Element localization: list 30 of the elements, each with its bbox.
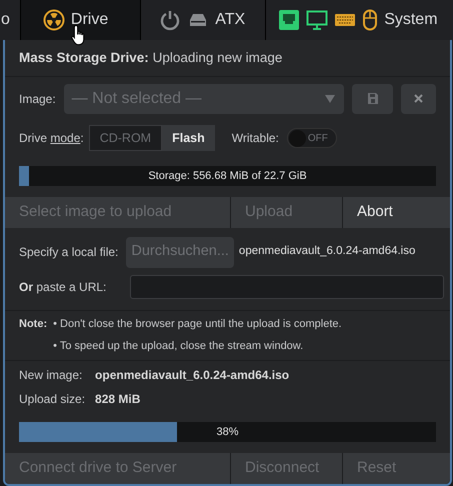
radiation-icon — [42, 9, 65, 31]
hand-cursor-icon — [71, 24, 87, 46]
menu-tab[interactable]: Drive — [20, 0, 140, 40]
field-label: Drive mode: — [19, 130, 84, 147]
note-text: • Don't close the browser page until the upload is complete. — [53, 317, 343, 332]
floppy-icon — [368, 93, 378, 104]
info-value: 828 MiB — [95, 391, 142, 408]
panel-title: Mass Storage Drive: Uploading new image — [19, 48, 282, 67]
url-field[interactable] — [130, 275, 444, 299]
progress-label: 38% — [215, 425, 240, 440]
info-value: openmediavault_6.0.24-amd64.iso — [95, 367, 290, 384]
note-text: • To speed up the upload, close the stream window. — [53, 338, 304, 354]
menu-tab[interactable]: o — [0, 0, 20, 40]
info-label: New image: — [19, 367, 84, 384]
field-label: Specify a local file: — [19, 244, 118, 261]
clear-button[interactable] — [401, 84, 436, 114]
menu-tab[interactable]: ATX — [141, 0, 266, 40]
close-icon — [414, 94, 423, 103]
save-button[interactable] — [352, 84, 393, 114]
field-label: Or paste a URL: — [19, 279, 108, 296]
storage-label: Storage: 556.68 MiB of 22.7 GiB — [147, 169, 308, 184]
caret-icon — [324, 94, 336, 104]
field-label: Writable: — [232, 130, 279, 147]
mode-option[interactable]: Flash — [162, 125, 215, 151]
menu-tab[interactable]: System — [266, 0, 453, 40]
action-button[interactable]: Abort — [342, 197, 450, 228]
note-label: Note: — [19, 317, 48, 332]
info-label: Upload size: — [19, 391, 86, 408]
field-label: Image: — [19, 90, 56, 108]
file-name: openmediavault_6.0.24-amd64.iso — [238, 244, 416, 260]
